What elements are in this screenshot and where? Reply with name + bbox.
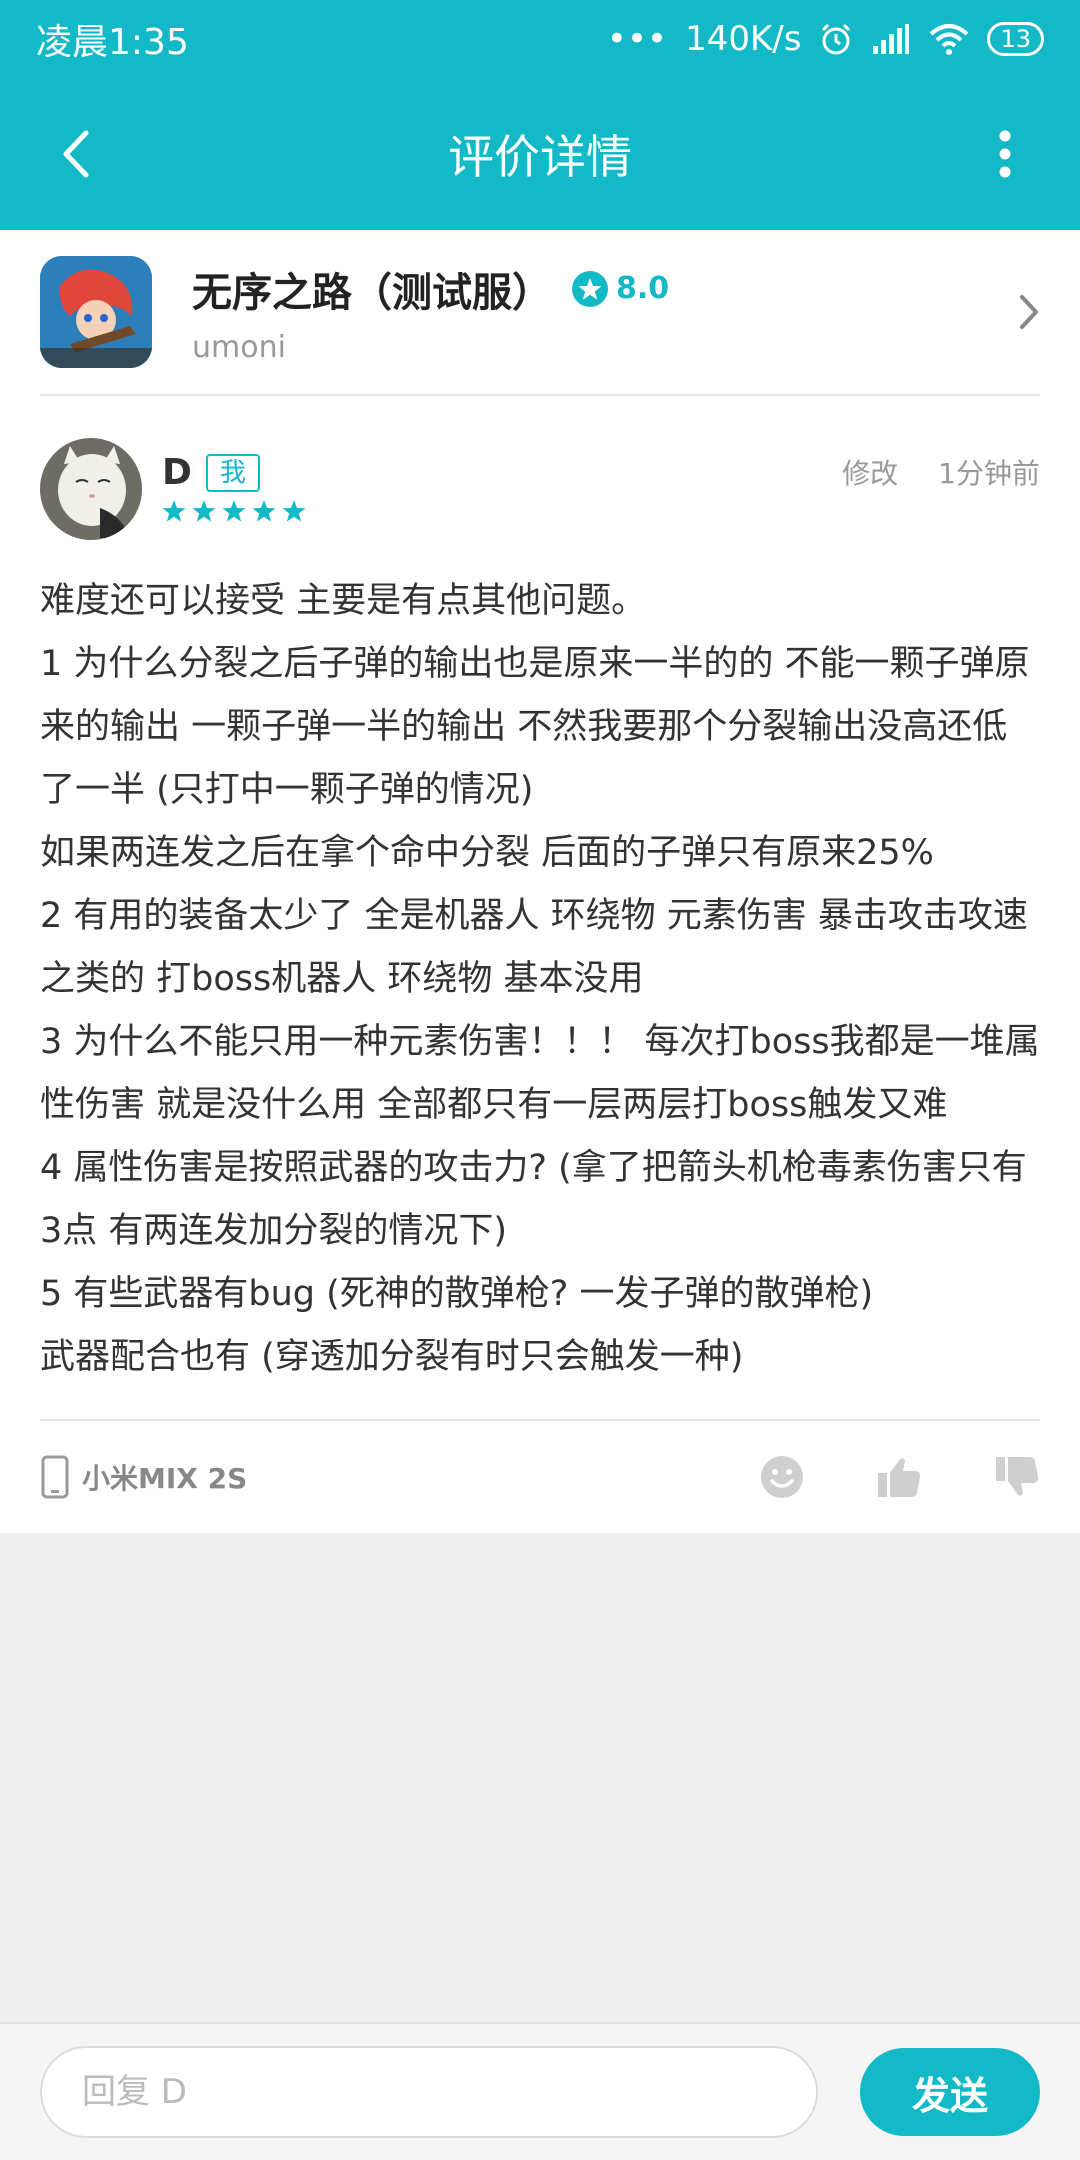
status-bar: 凌晨1:35 ••• 140K/s 13 <box>0 0 1080 78</box>
reaction-buttons <box>760 1421 1040 1533</box>
review-line: 难度还可以接受 主要是有点其他问题。 <box>40 581 647 621</box>
star-icon <box>282 500 306 522</box>
review-header: D 我 修改 1分钟前 <box>0 396 1080 540</box>
more-vertical-icon <box>999 130 1011 178</box>
chevron-right-icon <box>1020 295 1038 329</box>
signal-dots-icon: ••• <box>606 19 668 59</box>
chevron-left-icon <box>63 130 89 178</box>
page-title: 评价详情 <box>448 130 632 184</box>
avatar[interactable] <box>40 438 142 540</box>
star-icon <box>162 500 186 522</box>
cat-avatar-icon <box>40 438 142 540</box>
reviewer-name: D <box>162 452 192 493</box>
app-icon <box>40 256 152 368</box>
app-name: 无序之路（测试服） <box>192 269 552 316</box>
reply-bar: 发送 <box>0 2022 1080 2160</box>
review-actions: 小米MIX 2S <box>0 1421 1080 1533</box>
game-character-icon <box>40 256 152 368</box>
star-rating <box>162 499 306 523</box>
review-line: 武器配合也有 (穿透加分裂有时只会触发一种) <box>40 1337 744 1377</box>
reply-input[interactable] <box>40 2046 818 2138</box>
reviewer-info: D 我 <box>162 438 306 540</box>
network-speed: 140K/s <box>685 19 802 59</box>
star-icon <box>222 500 246 522</box>
star-circle-icon <box>572 270 608 307</box>
review-meta: 修改 1分钟前 <box>842 452 1040 492</box>
review-line: 2 有用的装备太少了 全是机器人 环绕物 元素伤害 暴击攻击攻速之类的 打bos… <box>40 896 1028 999</box>
thumbs-up-icon[interactable] <box>876 1455 922 1499</box>
review-line: 4 属性伤害是按照武器的攻击力? (拿了把箭头机枪毒素伤害只有3点 有两连发加分… <box>40 1148 1027 1251</box>
edit-link[interactable]: 修改 <box>842 452 898 492</box>
battery-icon: 13 <box>987 22 1044 56</box>
phone-icon <box>41 1455 69 1499</box>
send-button[interactable]: 发送 <box>860 2048 1040 2136</box>
status-icons: ••• 140K/s 13 <box>607 19 1044 59</box>
star-icon <box>252 500 276 522</box>
device-info: 小米MIX 2S <box>40 1454 247 1500</box>
review-detail-card: 无序之路（测试服） 8.0 umoni D 我 修改 1分钟前 难度还可以接受 … <box>0 230 1080 1533</box>
alarm-icon <box>822 23 851 55</box>
device-name: 小米MIX 2S <box>82 1462 248 1495</box>
app-info: 无序之路（测试服） 8.0 umoni <box>192 260 669 365</box>
wifi-icon <box>930 24 969 55</box>
review-line: 1 为什么分裂之后子弹的输出也是原来一半的的 不能一颗子弹原来的输出 一颗子弹一… <box>40 644 1030 810</box>
review-line: 5 有些武器有bug (死神的散弹枪? 一发子弹的散弹枪) <box>40 1274 874 1314</box>
status-time: 凌晨1:35 <box>36 22 189 63</box>
review-line: 如果两连发之后在拿个命中分裂 后面的子弹只有原来25% <box>40 833 934 873</box>
app-developer: umoni <box>192 329 286 365</box>
star-icon <box>192 500 216 522</box>
app-bar: 评价详情 <box>0 78 1080 230</box>
review-line: 3 为什么不能只用一种元素伤害！！！ 每次打boss我都是一堆属性伤害 就是没什… <box>40 1022 1040 1125</box>
app-summary-row[interactable]: 无序之路（测试服） 8.0 umoni <box>0 230 1080 394</box>
cellular-signal-icon <box>873 24 910 54</box>
me-badge: 我 <box>205 453 260 492</box>
back-button[interactable] <box>40 119 110 189</box>
rating-value: 8.0 <box>616 271 670 306</box>
review-text: 难度还可以接受 主要是有点其他问题。 1 为什么分裂之后子弹的输出也是原来一半的… <box>0 540 1080 1419</box>
emoji-icon[interactable] <box>760 1455 804 1499</box>
more-options-button[interactable] <box>970 119 1040 189</box>
thumbs-down-icon[interactable] <box>994 1455 1040 1499</box>
app-rating: 8.0 <box>572 270 670 307</box>
review-time: 1分钟前 <box>938 457 1040 490</box>
